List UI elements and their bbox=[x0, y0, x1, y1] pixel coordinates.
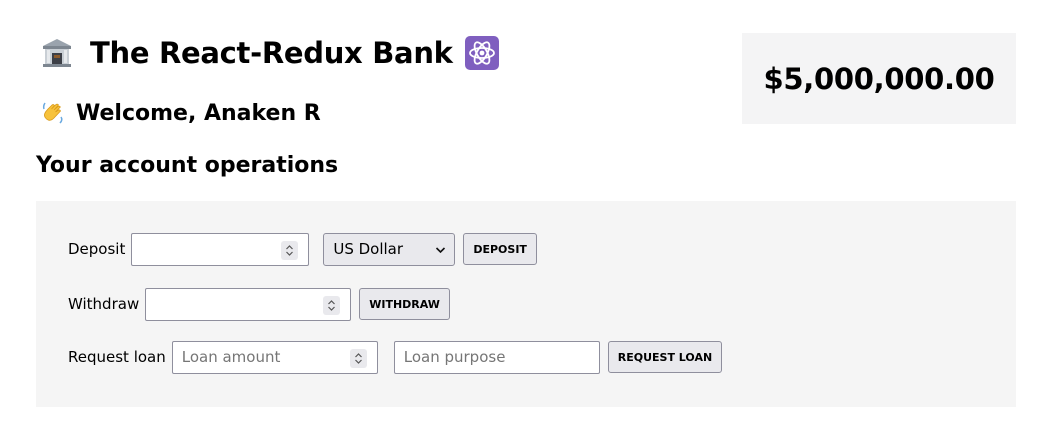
bank-building-icon bbox=[40, 36, 74, 70]
loan-spinner-icon[interactable] bbox=[349, 348, 367, 368]
withdraw-button[interactable]: WITHDRAW bbox=[359, 288, 450, 320]
loan-row: Request loan Loan amount Loan purpose RE… bbox=[68, 340, 723, 374]
waving-hand-icon bbox=[40, 100, 66, 126]
app-title-text: The React-Redux Bank bbox=[90, 36, 453, 70]
chevron-down-icon bbox=[435, 240, 446, 258]
operations-panel: Deposit US Dollar DEPOSIT Withdraw WITHD… bbox=[36, 201, 1016, 407]
request-loan-button[interactable]: REQUEST LOAN bbox=[607, 341, 723, 373]
loan-label: Request loan bbox=[68, 348, 166, 366]
welcome-text: Welcome, Anaken R bbox=[76, 100, 321, 126]
withdraw-amount-input[interactable] bbox=[145, 287, 352, 321]
loan-purpose-placeholder: Loan purpose bbox=[403, 348, 506, 366]
balance-amount: $5,000,000.00 bbox=[763, 61, 995, 96]
deposit-spinner-icon[interactable] bbox=[281, 240, 299, 260]
loan-amount-input[interactable]: Loan amount bbox=[171, 340, 378, 374]
withdraw-spinner-icon[interactable] bbox=[323, 295, 341, 315]
operations-title: Your account operations bbox=[36, 153, 339, 178]
loan-amount-placeholder: Loan amount bbox=[181, 348, 281, 366]
app-title: The React-Redux Bank bbox=[40, 36, 499, 70]
deposit-amount-input[interactable] bbox=[131, 232, 310, 266]
currency-selected-value: US Dollar bbox=[333, 240, 404, 258]
withdraw-label: Withdraw bbox=[68, 295, 140, 313]
deposit-button[interactable]: DEPOSIT bbox=[463, 233, 537, 265]
balance-display: $5,000,000.00 bbox=[742, 33, 1016, 124]
welcome-message: Welcome, Anaken R bbox=[40, 100, 321, 126]
loan-purpose-input[interactable]: Loan purpose bbox=[393, 340, 600, 374]
atom-icon bbox=[464, 36, 499, 70]
currency-select[interactable]: US Dollar bbox=[323, 232, 456, 266]
withdraw-row: Withdraw WITHDRAW bbox=[68, 287, 450, 321]
deposit-label: Deposit bbox=[68, 240, 126, 258]
deposit-row: Deposit US Dollar DEPOSIT bbox=[68, 232, 537, 266]
